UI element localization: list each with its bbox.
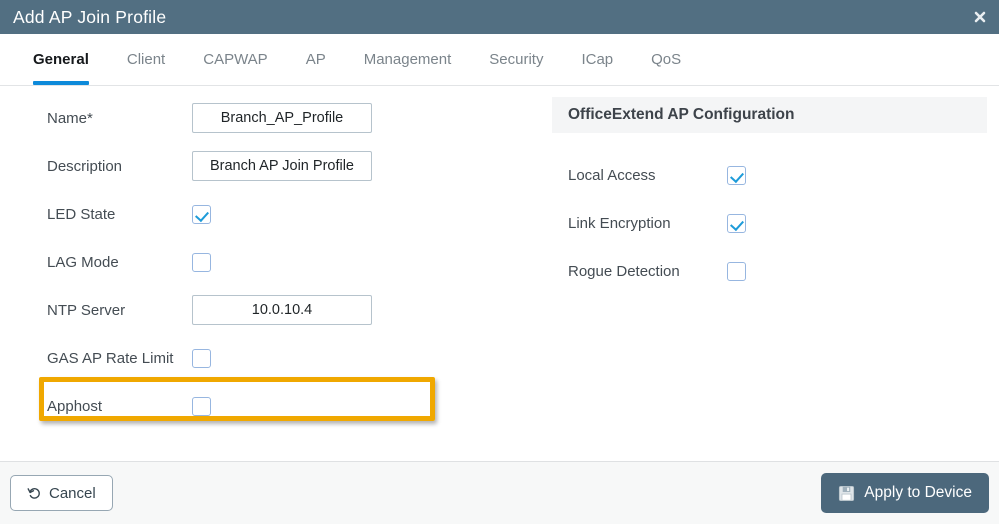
cancel-button[interactable]: Cancel [10,475,113,511]
add-ap-join-profile-dialog: Add AP Join Profile General Client CAPWAP A… [0,0,999,524]
form-row-gas-ap-rate-limit: GAS AP Rate Limit [0,343,540,373]
form-row-lag-mode: LAG Mode [0,247,540,277]
cancel-button-label: Cancel [49,484,96,502]
label-link-encryption: Link Encryption [568,214,671,232]
checkbox-apphost[interactable] [192,396,211,416]
officeextend-row-rogue-detection: Rogue Detection [552,258,987,284]
tab-label: QoS [651,51,682,68]
dialog-body: Name* Branch_AP_Profile Description Branch … [0,86,999,461]
checkbox-link-encryption[interactable] [727,213,746,233]
tab-bar: General Client CAPWAP AP Management Security I… [0,34,999,86]
officeextend-row-local-access: Local Access [552,162,987,188]
label-description: Description [47,157,123,175]
tab-icap[interactable]: ICap [562,34,632,85]
general-form-column: Name* Branch_AP_Profile Description Branch … [0,86,540,461]
tab-security[interactable]: Security [470,34,562,85]
label-name: Name* [47,109,93,127]
apply-to-device-button[interactable]: Apply to Device [821,473,989,513]
label-led-state: LED State [47,205,116,223]
dialog-title: Add AP Join Profile [13,6,167,27]
officeextend-column: OfficeExtend AP Configuration Local Acce… [552,86,987,461]
input-description[interactable]: Branch AP Join Profile [192,151,372,181]
tab-label: Client [126,51,166,68]
tab-qos[interactable]: QoS [632,34,700,85]
tab-label: ICap [581,51,614,68]
officeextend-row-link-encryption: Link Encryption [552,210,987,236]
apply-to-device-label: Apply to Device [864,484,972,501]
tab-client[interactable]: Client [108,34,184,85]
form-row-led-state: LED State [0,199,540,229]
dialog-titlebar: Add AP Join Profile [0,0,999,34]
close-icon[interactable] [970,7,990,27]
checkbox-led-state[interactable] [192,204,211,224]
input-name[interactable]: Branch_AP_Profile [192,103,372,133]
checkbox-rogue-detection[interactable] [727,261,746,281]
tab-management[interactable]: Management [345,34,471,85]
form-row-apphost: Apphost [0,391,540,421]
dialog-footer: Cancel Apply to Device [0,461,999,524]
checkbox-lag-mode[interactable] [192,252,211,272]
label-gas-ap-rate-limit: GAS AP Rate Limit [47,349,174,367]
tab-label: General [33,51,89,68]
form-row-name: Name* Branch_AP_Profile [0,103,540,133]
tab-general[interactable]: General [14,34,108,85]
undo-arrow-icon [27,486,42,501]
tab-label: Management [363,51,452,68]
label-rogue-detection: Rogue Detection [568,262,680,280]
officeextend-section-title: OfficeExtend AP Configuration [568,106,795,123]
tab-label: AP [305,51,326,68]
checkbox-gas-ap-rate-limit[interactable] [192,348,211,368]
label-local-access: Local Access [568,166,656,184]
officeextend-section-header: OfficeExtend AP Configuration [552,97,987,133]
form-row-ntp-server: NTP Server 10.0.10.4 [0,295,540,325]
checkbox-local-access[interactable] [727,165,746,185]
save-floppy-icon [838,485,855,502]
tab-ap[interactable]: AP [287,34,345,85]
tab-label: Security [489,51,544,68]
label-apphost: Apphost [47,397,103,415]
input-ntp-server[interactable]: 10.0.10.4 [192,295,372,325]
tab-capwap[interactable]: CAPWAP [184,34,286,85]
form-row-description: Description Branch AP Join Profile [0,151,540,181]
tab-label: CAPWAP [203,51,268,68]
label-ntp-server: NTP Server [47,301,126,319]
label-lag-mode: LAG Mode [47,253,119,271]
